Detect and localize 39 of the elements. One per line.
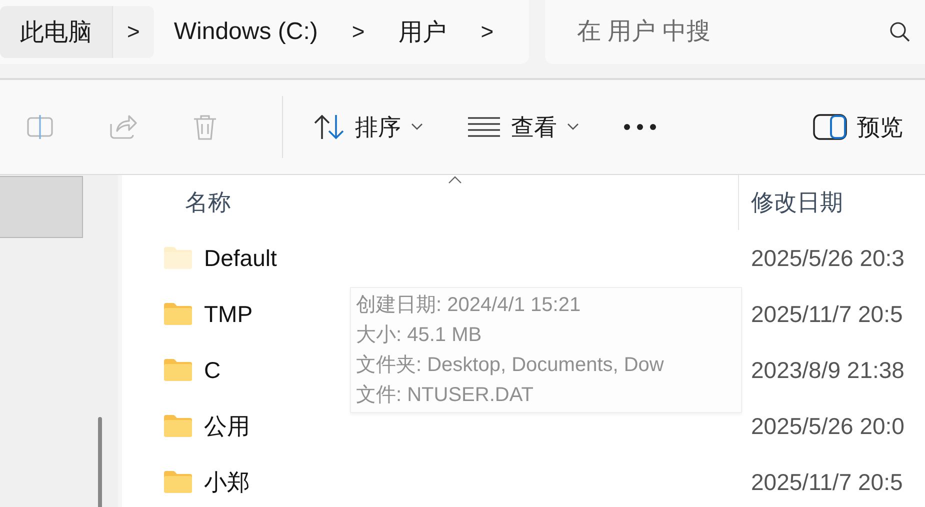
caret-icon (411, 123, 423, 131)
tooltip-line: 文件: NTUSER.DAT (356, 383, 534, 408)
scrollbar-thumb[interactable] (98, 417, 102, 507)
modified-date: 2025/5/26 20:3 (750, 244, 904, 272)
sort-arrows-icon (313, 113, 345, 141)
breadcrumb-item[interactable]: 用户 (378, 6, 467, 58)
column-header[interactable]: 名称 (185, 187, 231, 218)
search-box[interactable]: 在 用户 中搜 (545, 0, 925, 64)
panel-icon (813, 114, 847, 140)
modified-date: 2025/5/26 20:0 (750, 412, 904, 440)
file-name[interactable]: 小郑 (204, 466, 250, 498)
column-header[interactable]: 修改日期 (751, 187, 843, 218)
caret-icon (567, 123, 579, 131)
more-icon (623, 123, 657, 131)
modified-date: 2023/8/9 21:38 (750, 356, 904, 384)
breadcrumb-separator[interactable]: > (466, 6, 508, 58)
sort-button[interactable]: 排序 (291, 97, 445, 157)
file-name[interactable]: Default (204, 244, 277, 272)
breadcrumb-separator[interactable]: > (112, 6, 154, 58)
modified-date: 2025/11/7 20:5 (750, 300, 903, 328)
rename-icon (26, 112, 56, 142)
tooltip-line: 大小: 45.1 MB (356, 323, 482, 348)
file-name[interactable]: 公用 (204, 410, 250, 442)
tooltip-line: 创建日期: 2024/4/1 15:21 (356, 293, 581, 318)
preview-button[interactable]: 预览 (791, 97, 925, 157)
sort-up-icon (448, 176, 462, 184)
file-name[interactable]: TMP (204, 300, 253, 328)
nav-selected-item[interactable] (0, 176, 83, 238)
tooltip-line: 文件夹: Desktop, Documents, Dow (356, 353, 664, 378)
lines-icon (467, 116, 501, 138)
breadcrumb-separator[interactable]: > (338, 6, 379, 58)
breadcrumb-item[interactable]: Windows (C:) (154, 6, 338, 58)
view-button[interactable]: 查看 (445, 97, 601, 157)
breadcrumb-item[interactable]: 此电脑 (0, 6, 112, 58)
search-field[interactable]: 在 用户 中搜 (575, 17, 889, 47)
file-name[interactable]: C (204, 356, 221, 384)
share-icon (108, 112, 138, 142)
search-icon (889, 21, 911, 43)
modified-date: 2025/11/7 20:5 (750, 468, 903, 496)
